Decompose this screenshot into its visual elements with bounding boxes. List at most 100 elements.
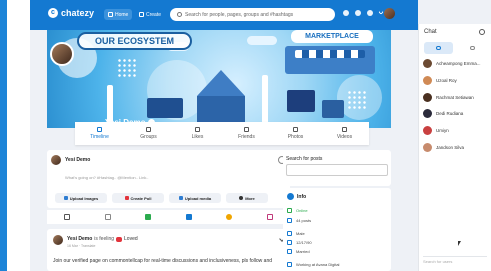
notifications-icon[interactable]: [355, 10, 361, 16]
friend-requests-icon[interactable]: [367, 10, 373, 16]
tab-videos[interactable]: Videos: [320, 122, 369, 145]
stage-illustration: [147, 98, 183, 118]
tab-label: Videos: [336, 134, 353, 140]
info-row-work: Working at Avana Digital: [287, 262, 339, 267]
audio-posts-icon[interactable]: [226, 214, 233, 220]
cover-photo: OUR ECOSYSTEM MARKETPLACE Yesi Demo: [47, 30, 391, 128]
composer-input[interactable]: What's going on? #Hashtag.. @Mention.. L…: [65, 175, 149, 180]
groups-icon: [146, 127, 151, 132]
user-avatar[interactable]: [384, 8, 395, 19]
avatar: [423, 143, 432, 152]
post-filter-bar: [47, 210, 290, 224]
media-icon: [178, 196, 183, 200]
post-avatar[interactable]: [53, 235, 63, 245]
tab-friends[interactable]: Friends: [222, 122, 271, 145]
logo[interactable]: c chatezy: [48, 8, 94, 18]
left-window-edge: [0, 0, 7, 271]
tab-label: Timeline: [90, 134, 109, 140]
logo-icon: c: [48, 8, 58, 18]
avatar: [423, 59, 432, 68]
post-search-title: Search for posts: [286, 156, 323, 162]
contact-name: Acheampong Emma...: [436, 61, 481, 66]
store-illustration: [285, 46, 375, 74]
chevron-down-icon[interactable]: [378, 9, 384, 15]
messages-icon[interactable]: [343, 10, 349, 16]
store-awning: [295, 50, 365, 58]
logo-text: chatezy: [61, 8, 95, 18]
info-text: 44 posts: [296, 218, 312, 223]
info-text: 12/17/90: [296, 240, 312, 245]
global-search-input[interactable]: Search for people, pages, groups and #ha…: [170, 8, 335, 21]
chat-panel: Chat Acheampong Emma... Uzoal Roy Rachma…: [418, 24, 491, 271]
booth-illustration: [322, 100, 344, 118]
contact-name: Umiyn: [436, 128, 449, 133]
post-search-card: Search for posts: [283, 150, 391, 186]
online-icon: [287, 208, 292, 213]
briefcase-icon: [287, 262, 292, 267]
create-label: Create: [146, 11, 162, 18]
more-button[interactable]: More: [226, 193, 268, 203]
post-header: Yesi Demo is feeling Loved: [67, 236, 138, 242]
friends-icon: [244, 127, 249, 132]
chat-contact[interactable]: Umiyn: [423, 126, 449, 135]
post-time: 16 Mar · Translate: [67, 244, 96, 248]
top-icons: [343, 9, 384, 16]
contact-name: Rachmat Setiawan: [436, 95, 474, 100]
upload-media-button[interactable]: Upload media: [169, 193, 221, 203]
gender-icon: [287, 231, 292, 236]
decor-dots: [347, 90, 367, 110]
search-icon: [177, 12, 182, 17]
more-label: More: [245, 195, 255, 201]
info-icon: [287, 193, 294, 200]
create-button[interactable]: Create: [135, 9, 165, 20]
all-posts-icon[interactable]: [64, 214, 71, 220]
info-row-status: Online: [287, 208, 308, 213]
home-icon: [108, 12, 113, 17]
post-search-input[interactable]: [286, 164, 388, 176]
composer-avatar: [51, 155, 61, 165]
tab-friends-chat[interactable]: [424, 42, 453, 54]
plus-icon: [139, 12, 144, 17]
tab-photos[interactable]: Photos: [271, 122, 320, 145]
chat-search-input[interactable]: Search for users: [423, 256, 487, 266]
chat-search-placeholder: Search for users: [423, 259, 453, 264]
image-posts-icon[interactable]: [145, 214, 152, 220]
tab-timeline[interactable]: Timeline: [75, 122, 124, 145]
booth-illustration: [287, 90, 315, 112]
info-row-birthday: 12/17/90: [287, 240, 312, 245]
timeline-icon: [97, 127, 102, 132]
info-text: Male: [296, 231, 305, 236]
chat-contact[interactable]: Jandson Silva: [423, 143, 464, 152]
composer-actions: Upload Images Create Poll Upload media M…: [55, 193, 268, 203]
chat-contact[interactable]: Dedi Rudiana: [423, 109, 463, 118]
contact-name: Uzoal Roy: [436, 78, 457, 83]
tab-groups-chat[interactable]: [459, 42, 488, 54]
more-icon: [239, 196, 244, 200]
tab-groups[interactable]: Groups: [124, 122, 173, 145]
gear-icon[interactable]: [479, 29, 485, 35]
upload-media-label: Upload media: [184, 195, 212, 201]
image-icon: [63, 196, 68, 200]
tab-likes[interactable]: Likes: [173, 122, 222, 145]
video-posts-icon[interactable]: [185, 214, 192, 220]
home-button[interactable]: Home: [104, 9, 133, 20]
info-header: Info: [287, 193, 306, 200]
info-row-posts: 44 posts: [287, 218, 311, 223]
post-author[interactable]: Yesi Demo: [67, 236, 92, 242]
chat-contact[interactable]: Acheampong Emma...: [423, 59, 481, 68]
decor-pillar: [262, 75, 268, 125]
profile-avatar[interactable]: [50, 42, 74, 66]
groups-icon: [470, 46, 476, 50]
upload-images-button[interactable]: Upload Images: [55, 193, 107, 203]
avatar: [423, 109, 432, 118]
chat-contact[interactable]: Rachmat Setiawan: [423, 93, 474, 102]
file-posts-icon[interactable]: [266, 214, 273, 220]
chat-contact[interactable]: Uzoal Roy: [423, 76, 457, 85]
text-posts-icon[interactable]: [104, 214, 111, 220]
create-poll-button[interactable]: Create Poll: [112, 193, 164, 203]
avatar: [423, 126, 432, 135]
info-card: Info Online 44 posts Male 12/17/90 Marri…: [283, 188, 391, 271]
contact-name: Jandson Silva: [436, 145, 465, 150]
users-icon: [435, 46, 441, 50]
tab-label: Friends: [238, 134, 255, 140]
